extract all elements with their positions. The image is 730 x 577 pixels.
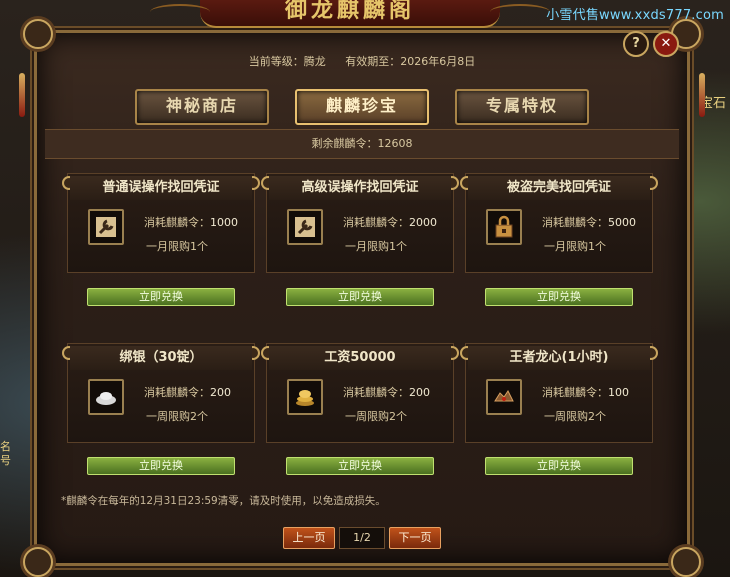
current-level: 当前等级：腾龙 (248, 55, 326, 68)
item-cost: 消耗麒麟令：1000 (144, 216, 238, 229)
item-limit: 一周限购2个 (544, 410, 606, 423)
exchange-button[interactable]: 立即兑换 (286, 457, 434, 475)
remaining-tokens: 剩余麒麟令：12608 (45, 129, 679, 159)
tab-qilin-treasure[interactable]: 麒麟珍宝 (295, 89, 429, 125)
side-text-left: 名 号 (0, 440, 11, 467)
item-cost: 消耗麒麟令：2000 (343, 216, 437, 229)
exchange-button[interactable]: 立即兑换 (286, 288, 434, 306)
banner-ornament-right (490, 4, 550, 20)
level-info: 当前等级：腾龙 有效期至：2026年6月8日 (37, 53, 687, 69)
item-card: 被盗完美找回凭证 消耗麒麟令：5000 一月限购1个 (460, 173, 658, 273)
dragon-heart-icon[interactable] (486, 379, 522, 415)
banner-ornament-left (150, 4, 210, 20)
next-page-button[interactable]: 下一页 (389, 527, 441, 549)
item-card: 普通误操作找回凭证 消耗麒麟令：1000 一月限购1个 (62, 173, 260, 273)
item-title: 王者龙心(1小时) (468, 346, 650, 370)
item-title: 绑银（30锭） (70, 346, 252, 370)
pagination: 上一页 1/2 下一页 (283, 527, 441, 549)
prev-page-button[interactable]: 上一页 (283, 527, 335, 549)
item-card: 王者龙心(1小时) 消耗麒麟令：100 一周限购2个 (460, 343, 658, 443)
corner-ornament (671, 547, 701, 577)
item-card: 高级误操作找回凭证 消耗麒麟令：2000 一月限购1个 (261, 173, 459, 273)
wrench-icon[interactable] (88, 209, 124, 245)
window-title: 御龙麒麟阁 (284, 0, 415, 23)
exchange-button[interactable]: 立即兑换 (485, 288, 633, 306)
tassel-right (699, 73, 705, 117)
item-card: 工资50000 消耗麒麟令：200 一周限购2个 (261, 343, 459, 443)
item-title: 高级误操作找回凭证 (269, 176, 451, 200)
window-banner: 御龙麒麟阁 (150, 0, 550, 28)
item-limit: 一周限购2个 (146, 410, 208, 423)
item-cost: 消耗麒麟令：200 (343, 386, 430, 399)
token-expiry-note: *麒麟令在每年的12月31日23:59清零，请及时使用，以免造成损失。 (61, 495, 386, 507)
item-cost: 消耗麒麟令：100 (542, 386, 629, 399)
tab-exclusive-privilege[interactable]: 专属特权 (455, 89, 589, 125)
item-title: 工资50000 (269, 346, 451, 370)
item-limit: 一月限购1个 (544, 240, 606, 253)
page-indicator: 1/2 (339, 527, 385, 549)
item-limit: 一周限购2个 (345, 410, 407, 423)
item-card: 绑银（30锭） 消耗麒麟令：200 一周限购2个 (62, 343, 260, 443)
seller-watermark: 小雪代售www.xxds777.com (546, 8, 724, 23)
tab-mystery-shop[interactable]: 神秘商店 (135, 89, 269, 125)
lock-icon[interactable] (486, 209, 522, 245)
exchange-button[interactable]: 立即兑换 (485, 457, 633, 475)
corner-ornament (23, 19, 53, 49)
item-limit: 一月限购1个 (345, 240, 407, 253)
item-limit: 一月限购1个 (146, 240, 208, 253)
item-title: 被盗完美找回凭证 (468, 176, 650, 200)
expiry-date: 有效期至：2026年6月8日 (345, 55, 476, 68)
tassel-left (19, 73, 25, 117)
item-cost: 消耗麒麟令：200 (144, 386, 231, 399)
wrench-icon[interactable] (287, 209, 323, 245)
gold-coins-icon[interactable] (287, 379, 323, 415)
silver-ingot-icon[interactable] (88, 379, 124, 415)
exchange-button[interactable]: 立即兑换 (87, 457, 235, 475)
qilin-pavilion-window: ? ✕ 当前等级：腾龙 有效期至：2026年6月8日 神秘商店 麒麟珍宝 专属特… (19, 19, 705, 577)
corner-ornament (23, 547, 53, 577)
exchange-button[interactable]: 立即兑换 (87, 288, 235, 306)
item-cost: 消耗麒麟令：5000 (542, 216, 636, 229)
item-title: 普通误操作找回凭证 (70, 176, 252, 200)
